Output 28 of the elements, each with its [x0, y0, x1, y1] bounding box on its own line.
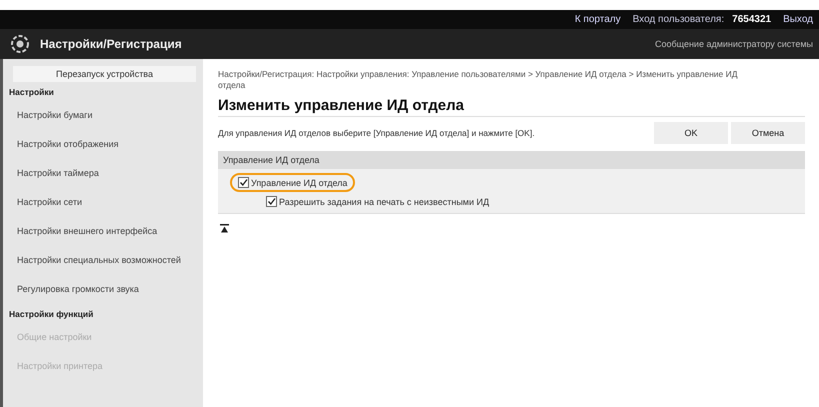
checkbox-label: Управление ИД отдела	[251, 178, 348, 188]
section-heading: Управление ИД отдела	[218, 151, 805, 169]
sidebar-item[interactable]: Настройки бумаги	[9, 101, 198, 130]
page-title: Изменить управление ИД отдела	[218, 97, 805, 117]
checkbox-label: Разрешить задания на печать с неизвестными ИД	[279, 196, 490, 206]
sidebar-item[interactable]: Настройки сети	[9, 188, 198, 217]
user-label: Вход пользователя:	[632, 14, 724, 25]
top-link[interactable]: Выход	[783, 14, 813, 25]
sidebar-item[interactable]: Настройки таймера	[9, 159, 198, 188]
checkbox[interactable]	[266, 196, 277, 207]
sidebar-heading: Настройки функций	[9, 309, 94, 319]
instruction-text: Для управления ИД отделов выберите [Управление ИД отдела] и нажмите [OK].	[218, 128, 536, 138]
action-button[interactable]: Отмена	[731, 122, 805, 144]
checkbox[interactable]	[238, 177, 249, 188]
action-button[interactable]: OK	[654, 122, 728, 144]
sidebar-item[interactable]: Настройки внешнего интерфейса	[9, 217, 198, 246]
gear-icon	[10, 34, 30, 54]
sidebar-item[interactable]: Регулировка громкости звука	[9, 275, 198, 304]
user-label: 7654321	[732, 14, 772, 25]
sidebar-heading: Настройки	[9, 87, 55, 97]
top-link[interactable]: К порталу	[574, 14, 621, 25]
breadcrumb: Настройки/Регистрация: Настройки управления: Управление пользователями > Управление ИД отдела > Изменить управление ИД отдела	[218, 69, 738, 91]
sidebar-item[interactable]: Настройки отображения	[9, 130, 198, 159]
sidebar-item[interactable]: Настройки специальных возможностей	[9, 246, 198, 275]
back-to-top-icon[interactable]	[220, 224, 229, 233]
restart-button[interactable]: Перезапуск устройства	[13, 66, 196, 82]
admin-message-link[interactable]: Сообщение администратору системы	[654, 39, 813, 49]
app-title: Настройки/Регистрация	[40, 37, 182, 51]
